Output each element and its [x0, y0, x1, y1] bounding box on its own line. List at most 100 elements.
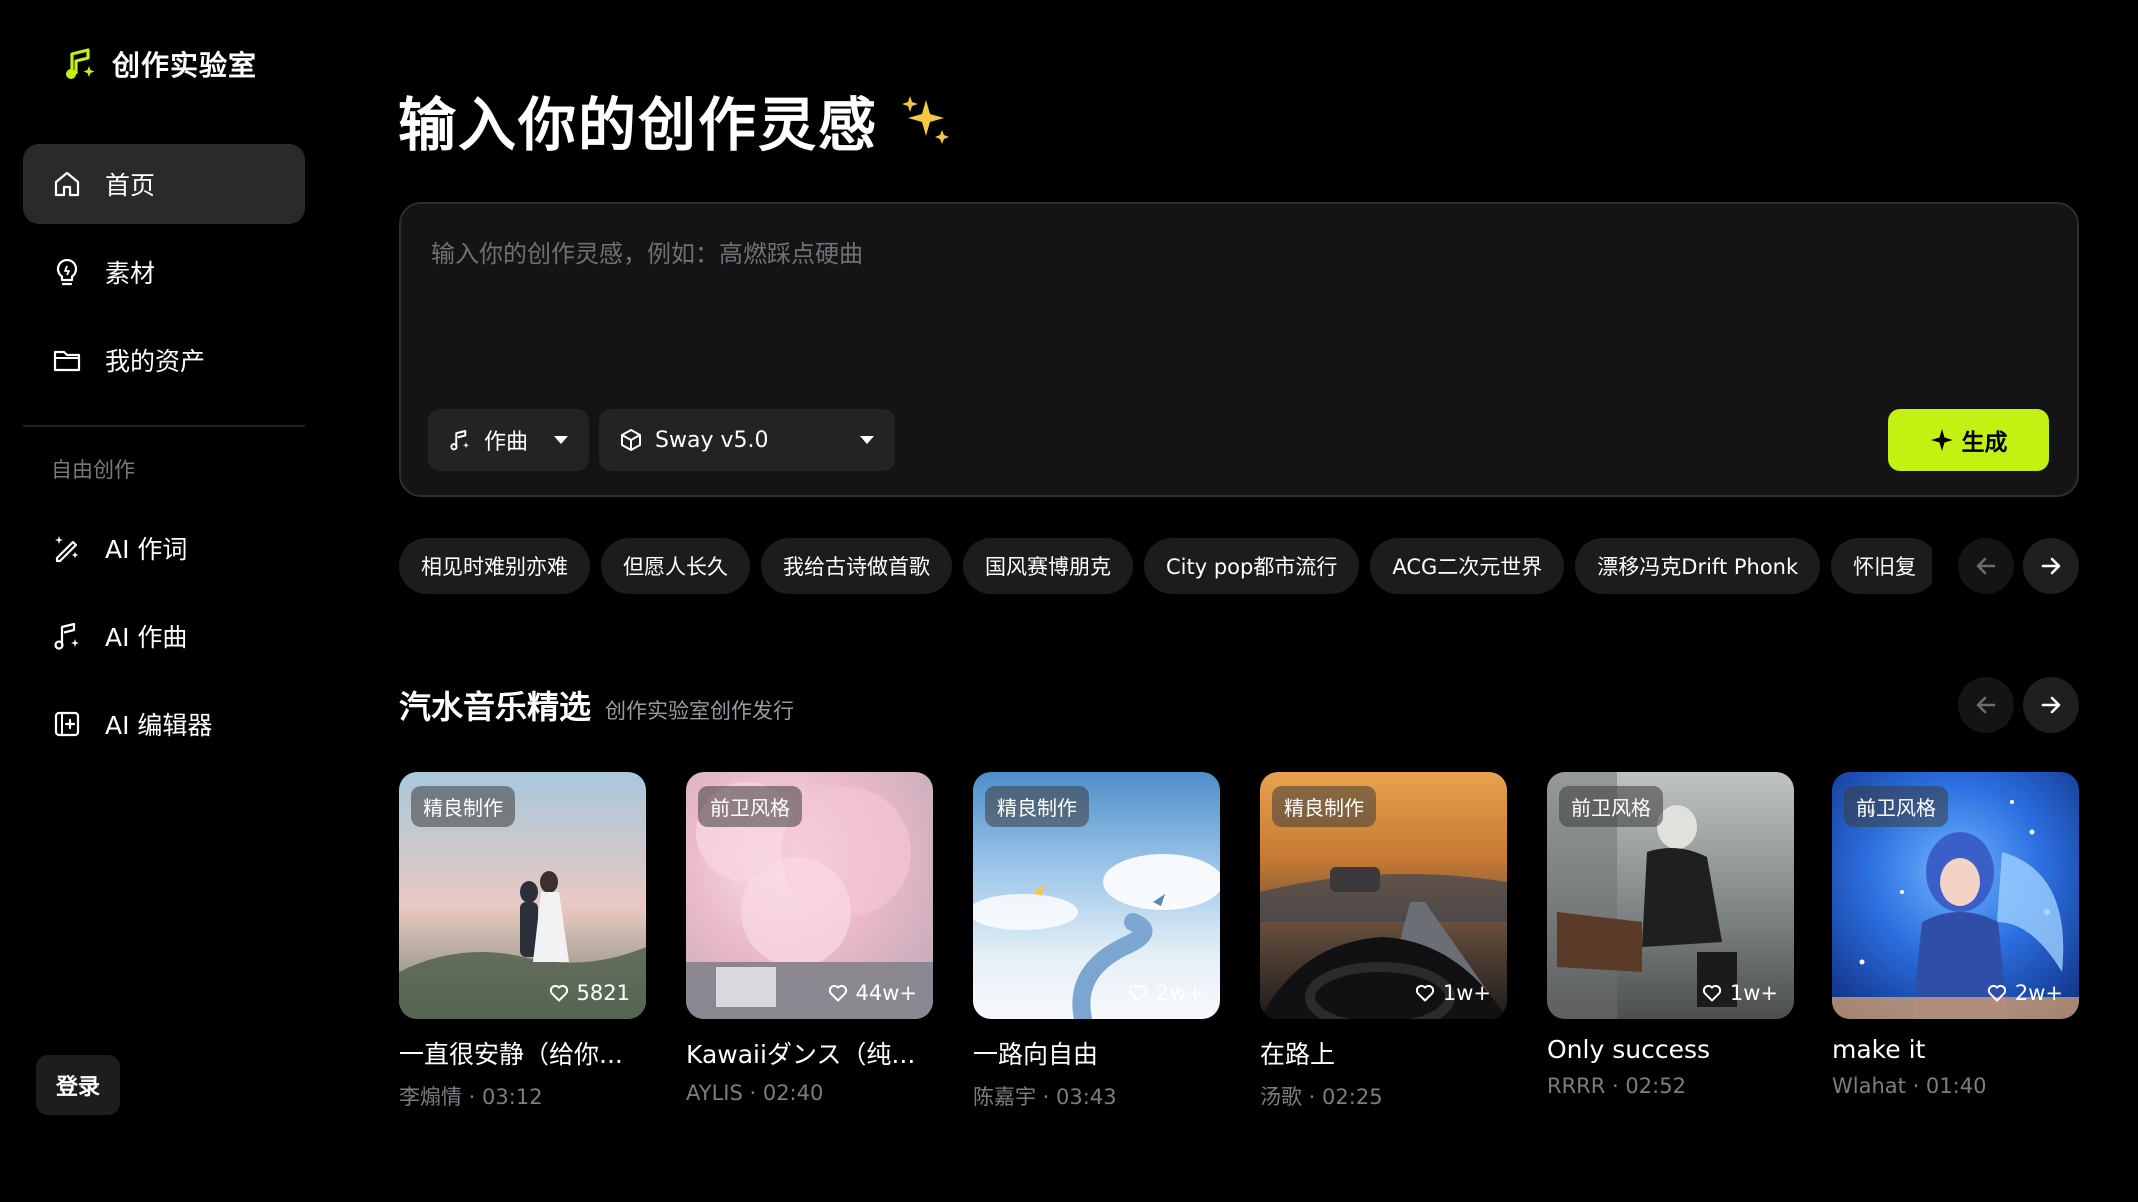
song-artist: RRRR	[1547, 1074, 1606, 1098]
song-tag: 前卫风格	[1559, 786, 1663, 827]
song-cover[interactable]: 前卫风格 2w+	[1832, 772, 2079, 1019]
folder-icon	[53, 350, 81, 372]
song-likes-count: 5821	[576, 981, 630, 1005]
music-note-logo-icon	[66, 48, 95, 79]
sparkles-icon	[902, 96, 950, 144]
page-title: 输入你的创作灵感	[398, 78, 956, 162]
song-likes: 2w+	[1987, 981, 2063, 1005]
song-artist: 陈嘉宇	[973, 1085, 1036, 1109]
inspiration-chip[interactable]: 但愿人长久	[601, 538, 750, 594]
song-card[interactable]: 精良制作 1w+ 在路上 汤歌 · 02:25	[1260, 772, 1507, 1111]
song-card[interactable]: 精良制作 2w+ 一路向自由 陈嘉宇 · 03:43	[973, 772, 1220, 1111]
home-icon	[54, 171, 80, 197]
model-select[interactable]: Sway v5.0	[599, 409, 895, 471]
sidebar-item-ai-compose[interactable]: AI 作曲	[23, 596, 305, 676]
song-artist: AYLIS	[686, 1081, 743, 1105]
heart-icon	[1702, 984, 1721, 1002]
song-cover[interactable]: 前卫风格 1w+	[1547, 772, 1794, 1019]
song-cover[interactable]: 精良制作 2w+	[973, 772, 1220, 1019]
generate-button[interactable]: 生成	[1888, 409, 2049, 471]
song-duration: 03:12	[482, 1085, 543, 1109]
sidebar-item-label: 素材	[105, 259, 156, 288]
song-duration: 02:52	[1625, 1074, 1686, 1098]
mode-select-value: 作曲	[484, 430, 529, 455]
chips-prev-button[interactable]	[1958, 538, 2014, 594]
sidebar-item-home[interactable]: 首页	[23, 144, 305, 224]
song-meta: AYLIS · 02:40	[686, 1081, 824, 1105]
song-card[interactable]: 前卫风格 2w+ make it Wlahat · 01:40	[1832, 772, 2079, 1098]
featured-section-title: 汽水音乐精选	[399, 688, 592, 726]
song-title[interactable]: 在路上	[1260, 1035, 1507, 1071]
section-label-free-creation: 自由创作	[51, 458, 135, 482]
app-logo[interactable]: 创作实验室	[62, 44, 257, 84]
music-note-icon	[450, 430, 469, 451]
login-button[interactable]: 登录	[36, 1055, 120, 1115]
sidebar-item-materials[interactable]: 素材	[23, 232, 305, 312]
inspiration-chip[interactable]: ACG二次元世界	[1370, 538, 1565, 594]
sparkle-icon	[1930, 429, 1953, 451]
song-tag: 精良制作	[985, 786, 1089, 827]
inspiration-chip[interactable]: 相见时难别亦难	[399, 538, 590, 594]
song-card[interactable]: 前卫风格 1w+ Only success RRRR · 02:52	[1547, 772, 1794, 1098]
song-likes: 44w+	[828, 981, 917, 1005]
prompt-composer: 作曲 Sway v5.0 生成	[399, 202, 2079, 497]
inspiration-chip[interactable]: 漂移冯克Drift Phonk	[1575, 538, 1821, 594]
song-duration: 02:25	[1322, 1085, 1383, 1109]
song-likes: 1w+	[1702, 981, 1778, 1005]
song-title[interactable]: make it	[1832, 1035, 2079, 1064]
sidebar-item-label: AI 作词	[105, 535, 188, 564]
song-likes: 2w+	[1128, 981, 1204, 1005]
model-select-value: Sway v5.0	[655, 427, 769, 453]
song-title[interactable]: Only success	[1547, 1035, 1794, 1064]
song-meta: 陈嘉宇 · 03:43	[973, 1085, 1117, 1109]
song-tag: 精良制作	[411, 786, 515, 827]
arrow-left-icon	[1976, 557, 1996, 575]
sidebar-item-ai-lyrics[interactable]: AI 作词	[23, 508, 305, 588]
song-duration: 02:40	[762, 1081, 824, 1105]
inspiration-chip[interactable]: 国风赛博朋克	[963, 538, 1133, 594]
heart-icon	[1128, 984, 1147, 1002]
song-title[interactable]: Kawaiiダンス（纯...	[686, 1035, 933, 1071]
chips-next-button[interactable]	[2023, 538, 2079, 594]
song-title[interactable]: 一路向自由	[973, 1035, 1220, 1071]
sidebar-divider	[23, 425, 305, 427]
heart-icon	[1415, 984, 1434, 1002]
song-likes-count: 2w+	[1155, 981, 1204, 1005]
caret-down-icon	[860, 436, 874, 444]
song-likes: 5821	[549, 981, 630, 1005]
sidebar-item-label: AI 编辑器	[105, 711, 213, 740]
song-artist: 李煽情	[399, 1085, 462, 1109]
heart-icon	[1987, 984, 2006, 1002]
inspiration-chips: 相见时难别亦难 但愿人长久 我给古诗做首歌 国风赛博朋克 City pop都市流…	[399, 538, 1932, 594]
editor-icon	[54, 711, 80, 737]
prompt-input[interactable]	[431, 234, 2031, 384]
inspiration-chip[interactable]: City pop都市流行	[1144, 538, 1360, 594]
song-meta: 李煽情 · 03:12	[399, 1085, 543, 1109]
inspiration-chip[interactable]: 怀旧复	[1831, 538, 1932, 594]
featured-next-button[interactable]	[2023, 677, 2079, 733]
song-cover[interactable]: 精良制作 5821	[399, 772, 646, 1019]
featured-prev-button[interactable]	[1958, 677, 2014, 733]
song-meta: Wlahat · 01:40	[1832, 1074, 1987, 1098]
generate-button-label: 生成	[1961, 430, 2008, 456]
bulb-icon	[56, 258, 78, 286]
sidebar: 创作实验室 首页 素材 我的资产 自由创作 AI 作词 AI 作曲 AI 编辑器…	[0, 0, 330, 1202]
magic-pen-icon	[55, 536, 78, 563]
sidebar-item-ai-editor[interactable]: AI 编辑器	[23, 684, 305, 764]
sidebar-item-assets[interactable]: 我的资产	[23, 320, 305, 400]
song-likes-count: 1w+	[1729, 981, 1778, 1005]
song-cover[interactable]: 精良制作 1w+	[1260, 772, 1507, 1019]
song-title[interactable]: 一直很安静（给你...	[399, 1035, 646, 1071]
mode-select[interactable]: 作曲	[428, 409, 589, 471]
song-card[interactable]: 前卫风格 44w+ Kawaiiダンス（纯... AYLIS · 02:40	[686, 772, 933, 1105]
sidebar-item-label: AI 作曲	[105, 623, 188, 652]
song-meta: RRRR · 02:52	[1547, 1074, 1686, 1098]
cube-icon	[621, 429, 641, 451]
featured-section-header: 汽水音乐精选 创作实验室创作发行	[399, 682, 794, 728]
featured-cards: 精良制作 5821 一直很安静（给你... 李煽情 · 03:12 前卫风格 4…	[399, 772, 2079, 1112]
song-likes-count: 2w+	[2014, 981, 2063, 1005]
song-likes: 1w+	[1415, 981, 1491, 1005]
song-card[interactable]: 精良制作 5821 一直很安静（给你... 李煽情 · 03:12	[399, 772, 646, 1111]
inspiration-chip[interactable]: 我给古诗做首歌	[761, 538, 952, 594]
song-cover[interactable]: 前卫风格 44w+	[686, 772, 933, 1019]
